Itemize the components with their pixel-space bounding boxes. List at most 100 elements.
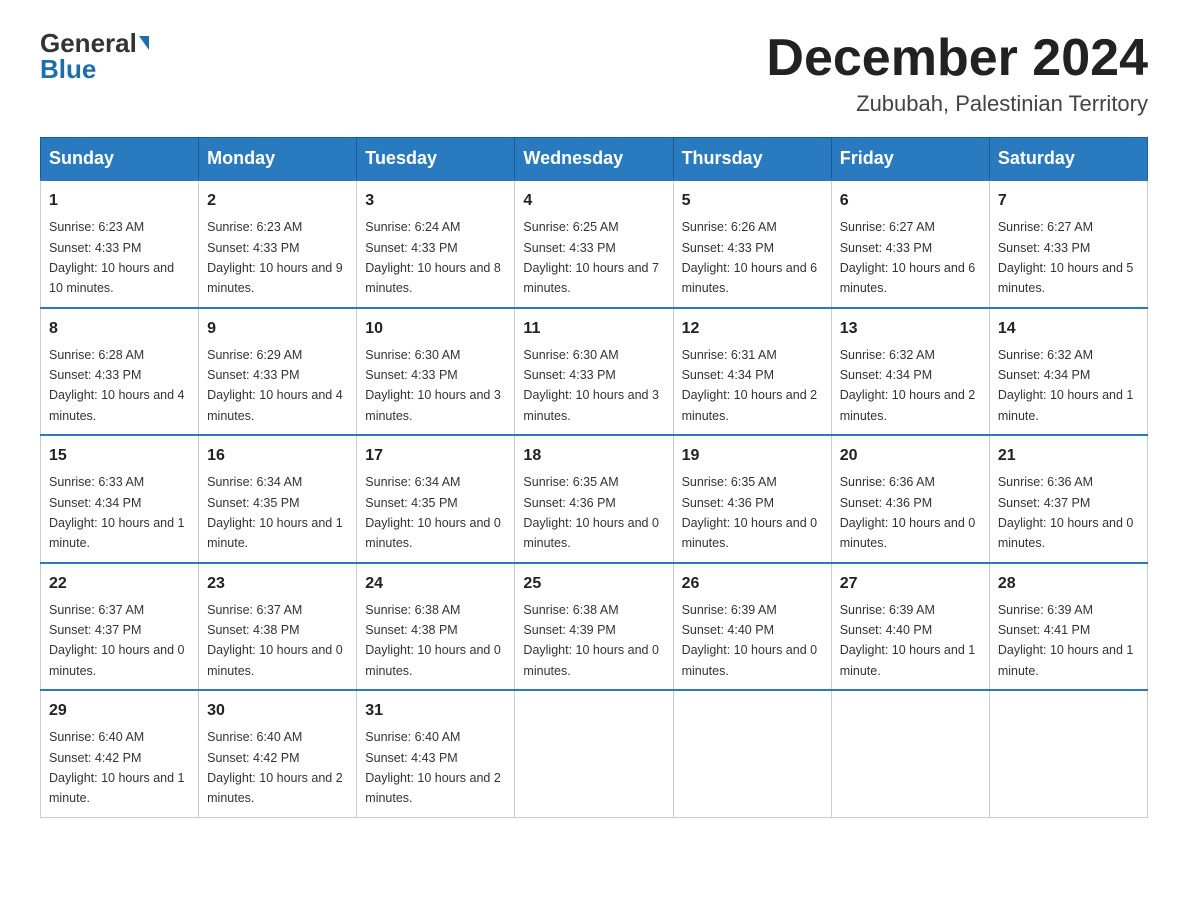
day-info: Sunrise: 6:39 AMSunset: 4:40 PMDaylight:… xyxy=(840,603,976,678)
day-info: Sunrise: 6:40 AMSunset: 4:43 PMDaylight:… xyxy=(365,730,501,805)
day-info: Sunrise: 6:35 AMSunset: 4:36 PMDaylight:… xyxy=(523,475,659,550)
day-number: 18 xyxy=(523,444,664,468)
calendar-cell: 4 Sunrise: 6:25 AMSunset: 4:33 PMDayligh… xyxy=(515,180,673,308)
calendar-cell: 14 Sunrise: 6:32 AMSunset: 4:34 PMDaylig… xyxy=(989,308,1147,436)
day-number: 15 xyxy=(49,444,190,468)
day-number: 13 xyxy=(840,317,981,341)
calendar-cell xyxy=(515,690,673,817)
header-row: SundayMondayTuesdayWednesdayThursdayFrid… xyxy=(41,138,1148,181)
calendar-cell xyxy=(831,690,989,817)
day-info: Sunrise: 6:34 AMSunset: 4:35 PMDaylight:… xyxy=(365,475,501,550)
calendar-cell: 25 Sunrise: 6:38 AMSunset: 4:39 PMDaylig… xyxy=(515,563,673,691)
calendar-cell: 11 Sunrise: 6:30 AMSunset: 4:33 PMDaylig… xyxy=(515,308,673,436)
calendar-cell: 27 Sunrise: 6:39 AMSunset: 4:40 PMDaylig… xyxy=(831,563,989,691)
day-info: Sunrise: 6:34 AMSunset: 4:35 PMDaylight:… xyxy=(207,475,343,550)
day-info: Sunrise: 6:25 AMSunset: 4:33 PMDaylight:… xyxy=(523,220,659,295)
calendar-cell: 13 Sunrise: 6:32 AMSunset: 4:34 PMDaylig… xyxy=(831,308,989,436)
day-number: 20 xyxy=(840,444,981,468)
calendar-cell: 23 Sunrise: 6:37 AMSunset: 4:38 PMDaylig… xyxy=(199,563,357,691)
page-header: General Blue December 2024 Zububah, Pale… xyxy=(40,30,1148,117)
calendar-cell: 9 Sunrise: 6:29 AMSunset: 4:33 PMDayligh… xyxy=(199,308,357,436)
day-info: Sunrise: 6:35 AMSunset: 4:36 PMDaylight:… xyxy=(682,475,818,550)
month-title: December 2024 xyxy=(766,30,1148,87)
day-info: Sunrise: 6:27 AMSunset: 4:33 PMDaylight:… xyxy=(840,220,976,295)
day-info: Sunrise: 6:23 AMSunset: 4:33 PMDaylight:… xyxy=(49,220,174,295)
location-title: Zububah, Palestinian Territory xyxy=(766,91,1148,117)
logo-triangle-icon xyxy=(139,36,149,50)
day-number: 9 xyxy=(207,317,348,341)
day-number: 25 xyxy=(523,572,664,596)
day-number: 16 xyxy=(207,444,348,468)
day-info: Sunrise: 6:36 AMSunset: 4:36 PMDaylight:… xyxy=(840,475,976,550)
day-info: Sunrise: 6:31 AMSunset: 4:34 PMDaylight:… xyxy=(682,348,818,423)
calendar-cell: 5 Sunrise: 6:26 AMSunset: 4:33 PMDayligh… xyxy=(673,180,831,308)
day-number: 30 xyxy=(207,699,348,723)
day-info: Sunrise: 6:30 AMSunset: 4:33 PMDaylight:… xyxy=(523,348,659,423)
day-info: Sunrise: 6:38 AMSunset: 4:39 PMDaylight:… xyxy=(523,603,659,678)
calendar-week-4: 22 Sunrise: 6:37 AMSunset: 4:37 PMDaylig… xyxy=(41,563,1148,691)
calendar-cell: 22 Sunrise: 6:37 AMSunset: 4:37 PMDaylig… xyxy=(41,563,199,691)
calendar-cell: 20 Sunrise: 6:36 AMSunset: 4:36 PMDaylig… xyxy=(831,435,989,563)
day-info: Sunrise: 6:37 AMSunset: 4:38 PMDaylight:… xyxy=(207,603,343,678)
calendar-week-1: 1 Sunrise: 6:23 AMSunset: 4:33 PMDayligh… xyxy=(41,180,1148,308)
day-info: Sunrise: 6:32 AMSunset: 4:34 PMDaylight:… xyxy=(840,348,976,423)
day-info: Sunrise: 6:28 AMSunset: 4:33 PMDaylight:… xyxy=(49,348,185,423)
calendar-cell: 24 Sunrise: 6:38 AMSunset: 4:38 PMDaylig… xyxy=(357,563,515,691)
day-info: Sunrise: 6:29 AMSunset: 4:33 PMDaylight:… xyxy=(207,348,343,423)
day-info: Sunrise: 6:37 AMSunset: 4:37 PMDaylight:… xyxy=(49,603,185,678)
calendar-cell: 31 Sunrise: 6:40 AMSunset: 4:43 PMDaylig… xyxy=(357,690,515,817)
calendar-cell: 7 Sunrise: 6:27 AMSunset: 4:33 PMDayligh… xyxy=(989,180,1147,308)
day-number: 22 xyxy=(49,572,190,596)
calendar-cell: 15 Sunrise: 6:33 AMSunset: 4:34 PMDaylig… xyxy=(41,435,199,563)
header-day-wednesday: Wednesday xyxy=(515,138,673,181)
day-number: 5 xyxy=(682,189,823,213)
day-info: Sunrise: 6:39 AMSunset: 4:40 PMDaylight:… xyxy=(682,603,818,678)
calendar-cell: 1 Sunrise: 6:23 AMSunset: 4:33 PMDayligh… xyxy=(41,180,199,308)
day-info: Sunrise: 6:30 AMSunset: 4:33 PMDaylight:… xyxy=(365,348,501,423)
calendar-week-5: 29 Sunrise: 6:40 AMSunset: 4:42 PMDaylig… xyxy=(41,690,1148,817)
day-number: 27 xyxy=(840,572,981,596)
calendar-cell: 29 Sunrise: 6:40 AMSunset: 4:42 PMDaylig… xyxy=(41,690,199,817)
logo: General Blue xyxy=(40,30,149,82)
calendar-cell: 17 Sunrise: 6:34 AMSunset: 4:35 PMDaylig… xyxy=(357,435,515,563)
day-number: 10 xyxy=(365,317,506,341)
header-day-monday: Monday xyxy=(199,138,357,181)
calendar-cell: 16 Sunrise: 6:34 AMSunset: 4:35 PMDaylig… xyxy=(199,435,357,563)
day-number: 23 xyxy=(207,572,348,596)
header-day-sunday: Sunday xyxy=(41,138,199,181)
header-day-friday: Friday xyxy=(831,138,989,181)
day-number: 1 xyxy=(49,189,190,213)
day-number: 28 xyxy=(998,572,1139,596)
day-number: 4 xyxy=(523,189,664,213)
calendar-cell xyxy=(673,690,831,817)
header-day-saturday: Saturday xyxy=(989,138,1147,181)
calendar-cell: 26 Sunrise: 6:39 AMSunset: 4:40 PMDaylig… xyxy=(673,563,831,691)
day-number: 12 xyxy=(682,317,823,341)
day-info: Sunrise: 6:39 AMSunset: 4:41 PMDaylight:… xyxy=(998,603,1134,678)
day-number: 29 xyxy=(49,699,190,723)
day-info: Sunrise: 6:32 AMSunset: 4:34 PMDaylight:… xyxy=(998,348,1134,423)
calendar-cell: 8 Sunrise: 6:28 AMSunset: 4:33 PMDayligh… xyxy=(41,308,199,436)
calendar-cell: 19 Sunrise: 6:35 AMSunset: 4:36 PMDaylig… xyxy=(673,435,831,563)
header-day-tuesday: Tuesday xyxy=(357,138,515,181)
day-number: 6 xyxy=(840,189,981,213)
day-info: Sunrise: 6:40 AMSunset: 4:42 PMDaylight:… xyxy=(49,730,185,805)
calendar-cell: 30 Sunrise: 6:40 AMSunset: 4:42 PMDaylig… xyxy=(199,690,357,817)
day-number: 2 xyxy=(207,189,348,213)
day-info: Sunrise: 6:24 AMSunset: 4:33 PMDaylight:… xyxy=(365,220,501,295)
logo-general-text: General xyxy=(40,30,137,56)
calendar-table: SundayMondayTuesdayWednesdayThursdayFrid… xyxy=(40,137,1148,818)
day-number: 3 xyxy=(365,189,506,213)
calendar-header: SundayMondayTuesdayWednesdayThursdayFrid… xyxy=(41,138,1148,181)
day-number: 26 xyxy=(682,572,823,596)
calendar-week-2: 8 Sunrise: 6:28 AMSunset: 4:33 PMDayligh… xyxy=(41,308,1148,436)
day-number: 11 xyxy=(523,317,664,341)
calendar-cell xyxy=(989,690,1147,817)
day-number: 24 xyxy=(365,572,506,596)
calendar-cell: 12 Sunrise: 6:31 AMSunset: 4:34 PMDaylig… xyxy=(673,308,831,436)
day-number: 8 xyxy=(49,317,190,341)
title-block: December 2024 Zububah, Palestinian Terri… xyxy=(766,30,1148,117)
day-info: Sunrise: 6:38 AMSunset: 4:38 PMDaylight:… xyxy=(365,603,501,678)
calendar-cell: 28 Sunrise: 6:39 AMSunset: 4:41 PMDaylig… xyxy=(989,563,1147,691)
calendar-week-3: 15 Sunrise: 6:33 AMSunset: 4:34 PMDaylig… xyxy=(41,435,1148,563)
